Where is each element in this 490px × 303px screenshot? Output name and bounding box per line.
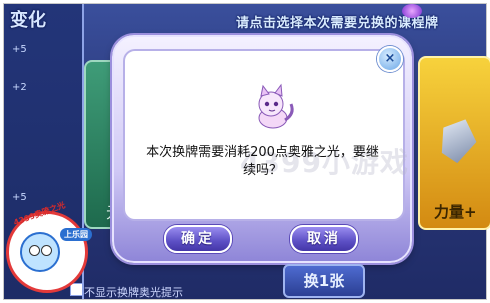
hide-hint-checkbox[interactable]	[70, 283, 83, 296]
mascot-tag: 上乐园	[60, 228, 92, 241]
stat-bonus-2: +2	[12, 82, 27, 93]
dialog-message: 本次换牌需要消耗200点奥雅之光，要继续吗？	[146, 145, 379, 178]
mascot-face-icon	[20, 232, 60, 272]
course-card-gold[interactable]: 力量+	[418, 56, 490, 230]
cat-mascot-icon	[258, 83, 294, 129]
confirm-dialog-body	[123, 49, 405, 221]
confirm-button[interactable]: 确定	[164, 225, 232, 253]
swap-card-button[interactable]: 换1张	[283, 264, 365, 298]
crystal-icon	[434, 113, 483, 167]
course-card-gold-label: 力量+	[434, 203, 477, 221]
stat-bonus-1: +5	[12, 44, 27, 55]
close-icon[interactable]: ×	[377, 46, 403, 72]
left-panel-title: 变化	[10, 10, 46, 31]
orb-icon	[402, 4, 422, 18]
hide-hint-label: 不显示换牌奥光提示	[84, 286, 183, 299]
cancel-button[interactable]: 取消	[290, 225, 358, 253]
stat-bonus-3: +5	[12, 192, 27, 203]
